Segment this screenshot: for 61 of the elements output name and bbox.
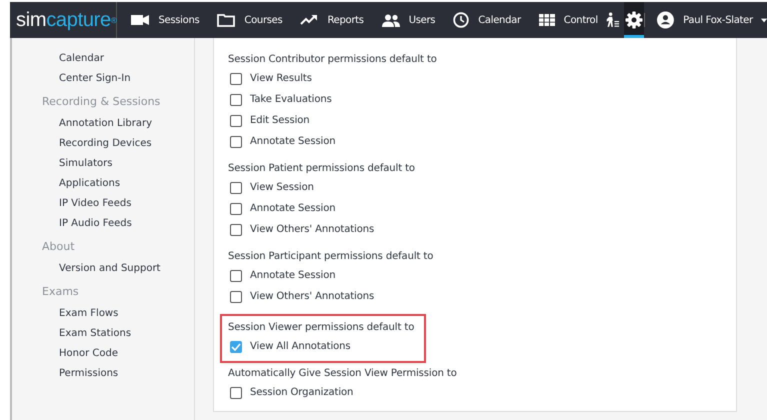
folder-icon bbox=[217, 13, 236, 27]
avatar-icon[interactable] bbox=[657, 9, 674, 31]
sidebar-item[interactable]: Annotation Library bbox=[42, 114, 152, 134]
group-title: Session Viewer permissions default to bbox=[228, 321, 414, 335]
checkbox-label: Take Evaluations bbox=[250, 94, 332, 105]
sidebar-item[interactable]: Honor Code bbox=[42, 344, 118, 364]
sidebar-item[interactable]: Version and Support bbox=[42, 259, 160, 279]
checkbox[interactable] bbox=[230, 202, 242, 214]
checkbox[interactable] bbox=[230, 72, 242, 84]
sidebar-item[interactable]: Simulators bbox=[42, 154, 112, 174]
nav-link[interactable]: Control bbox=[538, 14, 598, 26]
nav-link[interactable]: Sessions bbox=[131, 14, 200, 26]
checkbox[interactable] bbox=[230, 94, 242, 106]
sidebar-heading: Recording & Sessions bbox=[42, 94, 160, 110]
checkbox-label: View Session bbox=[250, 182, 314, 193]
sidebar-item[interactable]: Center Sign-In bbox=[42, 69, 131, 89]
group-title: Session Contributor permissions default to bbox=[228, 53, 437, 67]
checkbox-label: View All Annotations bbox=[250, 341, 351, 352]
users-icon bbox=[382, 14, 400, 26]
trend-line-icon bbox=[300, 14, 318, 26]
group-title: Session Patient permissions default to bbox=[228, 162, 415, 176]
checkbox-label: Annotate Session bbox=[250, 136, 336, 147]
sidebar-item[interactable]: Exam Flows bbox=[42, 304, 118, 324]
walking-person-icon[interactable] bbox=[606, 10, 620, 30]
checkbox-label: View Others' Annotations bbox=[250, 224, 374, 235]
checkbox-label: Annotate Session bbox=[250, 203, 336, 214]
nav-link[interactable]: Courses bbox=[217, 13, 282, 27]
checkbox-label: Session Organization bbox=[250, 387, 354, 398]
video-camera-icon bbox=[131, 14, 150, 26]
sidebar-item[interactable]: Exam Stations bbox=[42, 324, 132, 344]
nav-link[interactable]: Calendar bbox=[453, 12, 521, 28]
user-name[interactable]: Paul Fox-Slater bbox=[683, 14, 753, 26]
sidebar-item[interactable]: Recording Devices bbox=[42, 134, 152, 154]
group-title: Session Participant permissions default to bbox=[228, 250, 434, 264]
caret-icon[interactable] bbox=[760, 18, 767, 22]
sidebar-item[interactable]: Permissions bbox=[42, 364, 118, 384]
group-title: Automatically Give Session View Permission to bbox=[228, 367, 457, 381]
checkbox[interactable] bbox=[230, 182, 242, 194]
checkbox[interactable] bbox=[230, 270, 242, 282]
sidebar-heading: About bbox=[42, 239, 75, 255]
checkbox[interactable] bbox=[230, 224, 242, 236]
checkbox-label: View Others' Annotations bbox=[250, 291, 374, 302]
checkbox[interactable] bbox=[230, 290, 242, 302]
clock-icon bbox=[453, 12, 470, 28]
sidebar-heading: Exams bbox=[42, 284, 79, 300]
grid-icon bbox=[538, 14, 555, 26]
checkbox-label: Edit Session bbox=[250, 115, 310, 126]
checkbox[interactable] bbox=[230, 114, 242, 126]
checkbox[interactable] bbox=[230, 340, 242, 352]
sidebar-item[interactable]: Calendar bbox=[42, 49, 104, 69]
sidebar-item[interactable]: Applications bbox=[42, 174, 120, 194]
sidebar-item[interactable]: IP Audio Feeds bbox=[42, 214, 132, 234]
settings-button[interactable] bbox=[624, 2, 644, 38]
sidebar-item[interactable]: IP Video Feeds bbox=[42, 194, 132, 214]
checkbox[interactable] bbox=[230, 136, 242, 148]
nav-link[interactable]: Reports bbox=[300, 14, 364, 26]
nav-link[interactable]: Users bbox=[382, 14, 436, 26]
settings-icon bbox=[625, 11, 644, 29]
checkbox[interactable] bbox=[230, 386, 242, 398]
checkbox-label: Annotate Session bbox=[250, 270, 336, 281]
checkbox-label: View Results bbox=[250, 73, 312, 84]
